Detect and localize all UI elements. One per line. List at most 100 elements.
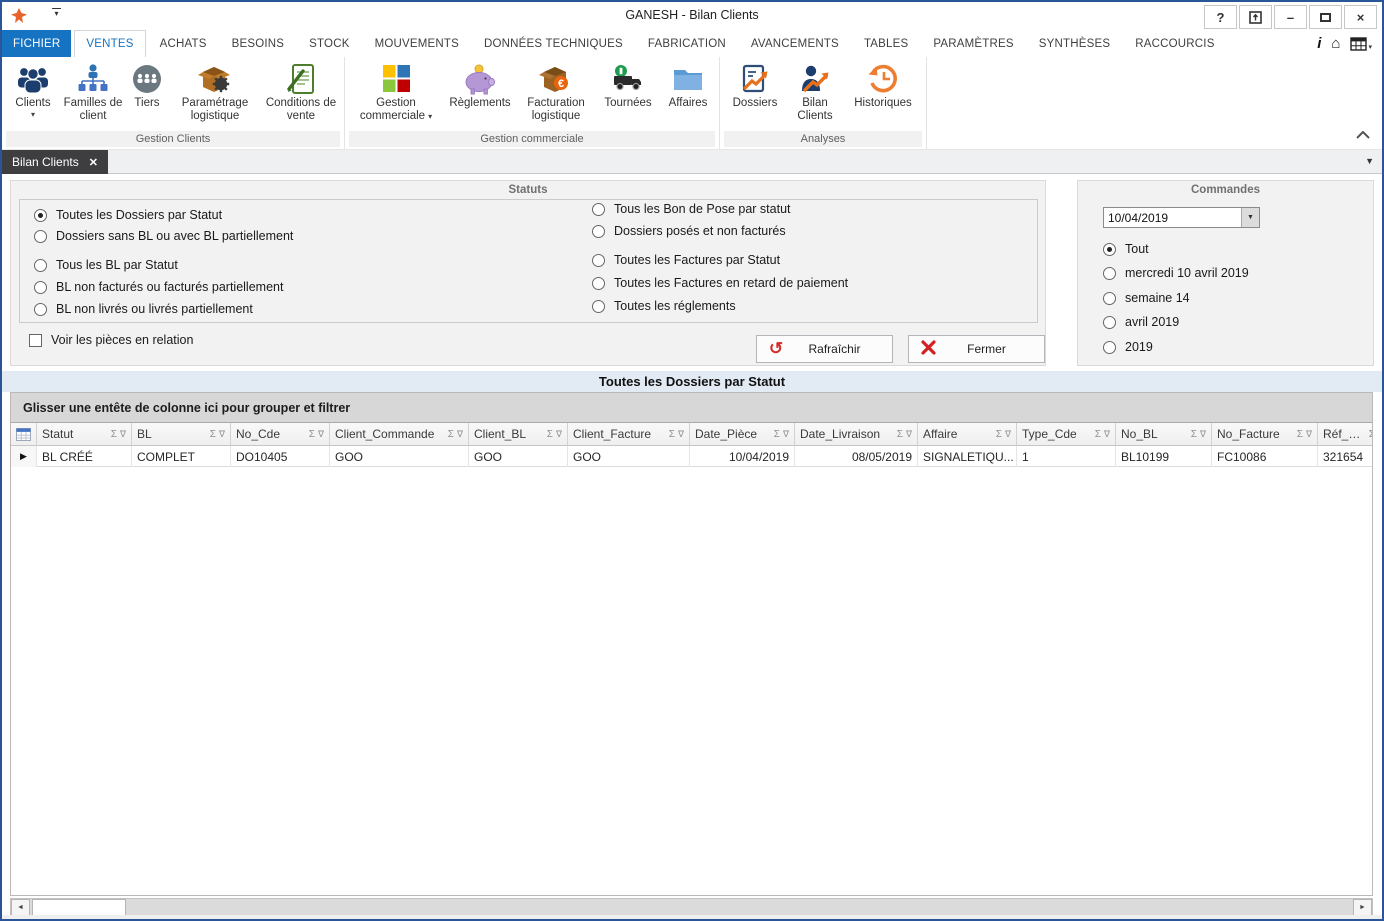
column-header-client-facture[interactable]: Client_FactureΣ∇ bbox=[568, 423, 690, 446]
menu-tab-besoins[interactable]: BESOINS bbox=[221, 30, 296, 57]
ribbon-item-facturation-logistique[interactable]: € Facturation logistique bbox=[516, 59, 596, 123]
ribbon-collapse-icon[interactable] bbox=[1356, 126, 1370, 144]
menu-tab-mouvements[interactable]: MOUVEMENTS bbox=[364, 30, 470, 57]
scrollbar-thumb[interactable] bbox=[32, 899, 126, 916]
ribbon-item-dossiers[interactable]: Dossiers bbox=[723, 59, 787, 110]
menu-tab-parametres[interactable]: PARAMÈTRES bbox=[922, 30, 1024, 57]
sum-icon[interactable]: Σ bbox=[309, 429, 315, 440]
column-header-client-commande[interactable]: Client_CommandeΣ∇ bbox=[330, 423, 469, 446]
combo-arrow-icon[interactable]: ▼ bbox=[1241, 208, 1259, 227]
menu-tab-raccourcis[interactable]: RACCOURCIS bbox=[1124, 30, 1225, 57]
filter-icon[interactable]: ∇ bbox=[556, 429, 562, 440]
column-header-date-livraison[interactable]: Date_LivraisonΣ∇ bbox=[795, 423, 918, 446]
column-header-no-cde[interactable]: No_CdeΣ∇ bbox=[231, 423, 330, 446]
tab-close-icon[interactable]: ✕ bbox=[89, 156, 98, 169]
radio-bl-non-livres[interactable]: BL non livrés ou livrés partiellement bbox=[34, 302, 253, 316]
radio-tous-reglements[interactable]: Toutes les réglements bbox=[592, 299, 736, 313]
column-header-date-piece[interactable]: Date_PièceΣ∇ bbox=[690, 423, 795, 446]
close-view-button[interactable]: Fermer bbox=[908, 335, 1045, 363]
filter-icon[interactable]: ∇ bbox=[783, 429, 789, 440]
filter-icon[interactable]: ∇ bbox=[1005, 429, 1011, 440]
table-row[interactable]: ▶ BL CRÉÉ COMPLET DO10405 GOO GOO GOO 10… bbox=[11, 446, 1373, 467]
info-icon[interactable]: i bbox=[1317, 35, 1321, 52]
refresh-button[interactable]: ↺ Rafraîchir bbox=[756, 335, 893, 363]
radio-annee[interactable]: 2019 bbox=[1103, 340, 1153, 354]
ribbon-item-affaires[interactable]: Affaires bbox=[660, 59, 716, 110]
commandes-date-combobox[interactable]: 10/04/2019 ▼ bbox=[1103, 207, 1260, 228]
sum-icon[interactable]: Σ bbox=[1095, 429, 1101, 440]
radio-tous-bl-par-statut[interactable]: Tous les BL par Statut bbox=[34, 258, 178, 272]
ribbon-item-historiques[interactable]: Historiques bbox=[843, 59, 923, 110]
column-header-bl[interactable]: BLΣ∇ bbox=[132, 423, 231, 446]
radio-bons-de-pose[interactable]: Tous les Bon de Pose par statut bbox=[592, 202, 791, 216]
filter-icon[interactable]: ∇ bbox=[219, 429, 225, 440]
ribbon-item-tournees[interactable]: Tournées bbox=[596, 59, 660, 110]
grid-menu-icon[interactable]: ▾ bbox=[1350, 37, 1372, 51]
radio-bl-non-factures[interactable]: BL non facturés ou facturés partiellemen… bbox=[34, 280, 283, 294]
sum-icon[interactable]: Σ bbox=[210, 429, 216, 440]
sum-icon[interactable]: Σ bbox=[547, 429, 553, 440]
sum-icon[interactable]: Σ bbox=[669, 429, 675, 440]
menu-tab-stock[interactable]: STOCK bbox=[298, 30, 360, 57]
scroll-left-icon[interactable]: ◄ bbox=[11, 899, 30, 916]
filter-icon[interactable]: ∇ bbox=[457, 429, 463, 440]
sum-icon[interactable]: Σ bbox=[774, 429, 780, 440]
menu-tab-fabrication[interactable]: FABRICATION bbox=[637, 30, 737, 57]
checkbox-voir-pieces-en-relation[interactable]: Voir les pièces en relation bbox=[29, 333, 193, 347]
tab-list-dropdown-icon[interactable]: ▼ bbox=[1365, 156, 1374, 166]
filter-icon[interactable]: ∇ bbox=[678, 429, 684, 440]
ribbon-item-clients[interactable]: Clients ▾ bbox=[5, 59, 61, 119]
radio-mois[interactable]: avril 2019 bbox=[1103, 315, 1179, 329]
menu-tab-tables[interactable]: TABLES bbox=[853, 30, 919, 57]
radio-toutes-factures[interactable]: Toutes les Factures par Statut bbox=[592, 253, 780, 267]
ribbon-item-parametrage-logistique[interactable]: Paramétrage logistique bbox=[169, 59, 261, 123]
filter-icon[interactable]: ∇ bbox=[1104, 429, 1110, 440]
column-header-type-cde[interactable]: Type_CdeΣ∇ bbox=[1017, 423, 1116, 446]
ribbon-item-tiers[interactable]: Tiers bbox=[125, 59, 169, 110]
radio-dossiers-poses[interactable]: Dossiers posés et non facturés bbox=[592, 224, 786, 238]
ribbon-item-familles-de-client[interactable]: Familles de client bbox=[61, 59, 125, 123]
sum-icon[interactable]: Σ bbox=[897, 429, 903, 440]
tab-bilan-clients[interactable]: Bilan Clients ✕ bbox=[2, 150, 108, 174]
radio-toutes-dossiers-par-statut[interactable]: Toutes les Dossiers par Statut bbox=[34, 208, 222, 222]
help-button[interactable]: ? bbox=[1204, 5, 1237, 29]
column-header-no-facture[interactable]: No_FactureΣ∇ bbox=[1212, 423, 1318, 446]
sum-icon[interactable]: Σ bbox=[1297, 429, 1303, 440]
filter-icon[interactable]: ∇ bbox=[318, 429, 324, 440]
close-button[interactable]: × bbox=[1344, 5, 1377, 29]
column-header-affaire[interactable]: AffaireΣ∇ bbox=[918, 423, 1017, 446]
menu-tab-fichier[interactable]: FICHIER bbox=[2, 30, 71, 57]
column-header-ref-cde[interactable]: Réf_CdeΣ∇ bbox=[1318, 423, 1373, 446]
radio-tout[interactable]: Tout bbox=[1103, 242, 1149, 256]
sum-icon[interactable]: Σ bbox=[996, 429, 1002, 440]
column-header-statut[interactable]: StatutΣ∇ bbox=[37, 423, 132, 446]
ribbon-item-gestion-commerciale[interactable]: Gestion commerciale▾ bbox=[348, 59, 444, 123]
filter-icon[interactable]: ∇ bbox=[1306, 429, 1312, 440]
menu-tab-ventes[interactable]: VENTES bbox=[74, 30, 145, 57]
scroll-right-icon[interactable]: ► bbox=[1353, 899, 1372, 916]
radio-factures-retard[interactable]: Toutes les Factures en retard de paiemen… bbox=[592, 276, 848, 290]
radio-dossiers-sans-bl[interactable]: Dossiers sans BL ou avec BL partiellemen… bbox=[34, 229, 293, 243]
radio-jour[interactable]: mercredi 10 avril 2019 bbox=[1103, 266, 1249, 280]
column-header-no-bl[interactable]: No_BLΣ∇ bbox=[1116, 423, 1212, 446]
menu-tab-donnees-techniques[interactable]: DONNÉES TECHNIQUES bbox=[473, 30, 634, 57]
sum-icon[interactable]: Σ bbox=[1369, 429, 1373, 440]
select-all-header[interactable] bbox=[11, 423, 37, 446]
home-icon[interactable]: ⌂ bbox=[1331, 35, 1340, 52]
filter-icon[interactable]: ∇ bbox=[906, 429, 912, 440]
sum-icon[interactable]: Σ bbox=[448, 429, 454, 440]
filter-icon[interactable]: ∇ bbox=[1200, 429, 1206, 440]
filter-icon[interactable]: ∇ bbox=[120, 429, 126, 440]
ribbon-item-bilan-clients[interactable]: Bilan Clients bbox=[787, 59, 843, 123]
group-by-bar[interactable]: Glisser une entête de colonne ici pour g… bbox=[11, 393, 1372, 423]
ribbon-item-conditions-de-vente[interactable]: Conditions de vente bbox=[261, 59, 341, 123]
ribbon-item-reglements[interactable]: Règlements bbox=[444, 59, 516, 110]
menu-tab-syntheses[interactable]: SYNTHÈSES bbox=[1028, 30, 1121, 57]
sum-icon[interactable]: Σ bbox=[1191, 429, 1197, 440]
minimize-button[interactable]: – bbox=[1274, 5, 1307, 29]
menu-tab-achats[interactable]: ACHATS bbox=[149, 30, 218, 57]
maximize-button[interactable] bbox=[1309, 5, 1342, 29]
menu-tab-avancements[interactable]: AVANCEMENTS bbox=[740, 30, 850, 57]
sum-icon[interactable]: Σ bbox=[111, 429, 117, 440]
radio-semaine[interactable]: semaine 14 bbox=[1103, 291, 1190, 305]
